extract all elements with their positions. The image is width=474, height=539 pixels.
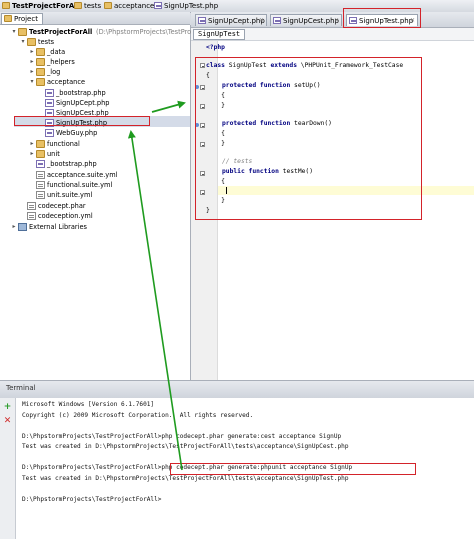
add-session-icon[interactable]: + bbox=[3, 403, 12, 412]
tab-label: SignUpCept.php bbox=[208, 17, 265, 25]
tree-item-label: WebGuy.php bbox=[56, 129, 98, 137]
breadcrumb-label: tests bbox=[84, 2, 102, 10]
tree-item-label: _data bbox=[47, 48, 66, 56]
file-icon bbox=[27, 202, 36, 210]
chevron-right-icon[interactable]: ▸ bbox=[28, 139, 36, 149]
breadcrumb-project[interactable]: TestProjectForAll bbox=[0, 1, 82, 11]
annotation-box-tree-file bbox=[14, 116, 150, 126]
folder-icon bbox=[36, 68, 45, 76]
annotation-box-terminal-command bbox=[170, 463, 416, 475]
folder-icon bbox=[36, 78, 45, 86]
folder-icon bbox=[36, 48, 45, 56]
project-icon bbox=[4, 15, 12, 22]
php-file-icon bbox=[45, 99, 54, 107]
class-crumb[interactable]: SignUpTest bbox=[193, 29, 246, 40]
close-session-icon[interactable]: ✕ bbox=[3, 417, 12, 426]
tree-item-label: functional bbox=[47, 140, 80, 148]
chevron-down-icon[interactable]: ▾ bbox=[19, 37, 27, 47]
project-tab-label: Project bbox=[14, 15, 38, 23]
folder-icon bbox=[27, 38, 36, 46]
tree-item-label: unit bbox=[47, 150, 60, 158]
project-panel-header: Project bbox=[0, 12, 190, 25]
tree-item-label: acceptance bbox=[47, 78, 86, 86]
php-open-tag: <?php bbox=[206, 44, 225, 51]
editor-tab-signupcest[interactable]: SignUpCest.php ✕ bbox=[270, 14, 342, 26]
annotation-box-active-tab bbox=[343, 8, 421, 28]
terminal-line: Test was created in D:\PhpstormProjects\… bbox=[22, 474, 349, 482]
chevron-down-icon[interactable]: ▾ bbox=[28, 77, 36, 87]
chevron-right-icon[interactable]: ▸ bbox=[28, 47, 36, 57]
terminal-line: D:\PhpstormProjects\TestProjectForAll> bbox=[22, 495, 162, 503]
php-file-icon bbox=[273, 17, 281, 24]
php-file-icon bbox=[45, 89, 54, 97]
tree-item-label: _helpers bbox=[47, 58, 75, 66]
tree-item-label: _bootstrap.php bbox=[56, 89, 106, 97]
chevron-right-icon[interactable]: ▸ bbox=[28, 67, 36, 77]
terminal-line: Microsoft Windows [Version 6.1.7601] bbox=[22, 401, 155, 408]
breadcrumb-label: SignUpTest.php bbox=[164, 2, 219, 10]
tree-item-label: _log bbox=[47, 68, 61, 76]
project-tab[interactable]: Project bbox=[1, 13, 43, 25]
tree-item-label: codecept.phar bbox=[38, 202, 86, 210]
folder-icon bbox=[104, 2, 112, 9]
tree-item-label: External Libraries bbox=[29, 223, 87, 231]
file-icon bbox=[36, 181, 45, 189]
breadcrumb-label: acceptance bbox=[114, 2, 155, 10]
php-file-icon bbox=[45, 129, 54, 137]
chevron-right-icon[interactable]: ▸ bbox=[28, 149, 36, 159]
close-icon[interactable]: ✕ bbox=[334, 15, 339, 27]
folder-icon bbox=[36, 58, 45, 66]
terminal-line: D:\PhpstormProjects\TestProjectForAll>ph… bbox=[22, 432, 342, 440]
terminal-title: Terminal bbox=[6, 384, 36, 392]
tree-item-label: TestProjectForAll bbox=[29, 28, 93, 36]
folder-icon bbox=[36, 140, 45, 148]
tree-item-label: SignUpCept.php bbox=[56, 99, 110, 107]
chevron-down-icon[interactable]: ▾ bbox=[10, 27, 18, 37]
breadcrumb-acceptance[interactable]: acceptance bbox=[102, 1, 157, 11]
breadcrumb-tests[interactable]: tests bbox=[72, 1, 104, 11]
tree-item-label: codeception.yml bbox=[38, 212, 93, 220]
folder-icon bbox=[18, 28, 27, 36]
file-icon bbox=[36, 171, 45, 179]
php-file-icon bbox=[154, 2, 162, 9]
code-line: <?php bbox=[206, 43, 225, 52]
chevron-right-icon[interactable]: ▸ bbox=[28, 57, 36, 67]
folder-icon bbox=[2, 2, 10, 9]
library-icon bbox=[18, 223, 27, 231]
breadcrumb-file[interactable]: SignUpTest.php bbox=[152, 1, 221, 11]
tree-item-label: _bootstrap.php bbox=[47, 160, 97, 168]
php-file-icon bbox=[36, 160, 45, 168]
editor-tab-signupcept[interactable]: SignUpCept.php ✕ bbox=[195, 14, 267, 26]
file-icon bbox=[27, 212, 36, 220]
editor-tab-bar: SignUpCept.php ✕ SignUpCest.php ✕ SignUp… bbox=[191, 12, 474, 28]
terminal-header: Terminal bbox=[0, 380, 474, 399]
php-file-icon bbox=[198, 17, 206, 24]
editor-structure-crumb: SignUpTest bbox=[191, 28, 474, 41]
file-icon bbox=[36, 191, 45, 199]
tree-item-label: acceptance.suite.yml bbox=[47, 171, 118, 179]
tree-item-label: tests bbox=[38, 38, 55, 46]
tree-item-label: functional.suite.yml bbox=[47, 181, 113, 189]
close-icon[interactable]: ✕ bbox=[259, 15, 264, 27]
tab-label: SignUpCest.php bbox=[283, 17, 339, 25]
terminal-line: Copyright (c) 2009 Microsoft Corporation… bbox=[22, 411, 254, 419]
tree-item-label: unit.suite.yml bbox=[47, 191, 93, 199]
chevron-right-icon[interactable]: ▸ bbox=[10, 222, 18, 232]
folder-icon bbox=[74, 2, 82, 9]
annotation-box-code bbox=[195, 57, 422, 220]
terminal-toolbar: + ✕ bbox=[0, 398, 16, 539]
folder-icon bbox=[36, 150, 45, 158]
terminal-line: Test was created in D:\PhpstormProjects\… bbox=[22, 443, 349, 450]
breadcrumb-label: TestProjectForAll bbox=[12, 2, 80, 10]
